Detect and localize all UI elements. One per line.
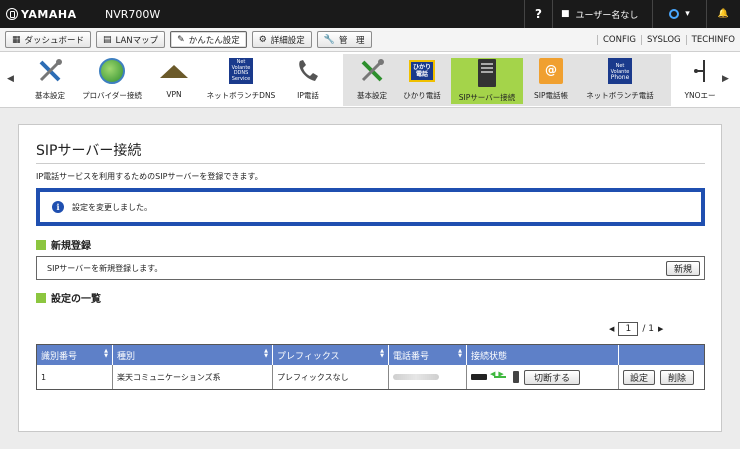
- nav-lan-map-button[interactable]: ▤ LANマップ: [96, 31, 166, 48]
- next-page-icon[interactable]: ▶: [658, 325, 663, 333]
- disconnect-button[interactable]: 切断する: [524, 369, 580, 385]
- tool-vpn[interactable]: VPN: [157, 56, 191, 106]
- tool-yno-agent[interactable]: YNOエー: [682, 56, 718, 106]
- status-ring-icon: [669, 9, 680, 19]
- cell-phone: [389, 365, 467, 389]
- settings-list-heading: 設定の一覧: [36, 290, 101, 305]
- new-registration-text: SIPサーバーを新規登録します。: [47, 263, 163, 273]
- user-icon: ■: [561, 9, 570, 19]
- prev-page-icon[interactable]: ◀: [609, 325, 614, 333]
- content-panel: SIPサーバー接続 IP電話サービスを利用するためのSIPサーバーを登録できます…: [18, 124, 722, 432]
- user-name: ユーザー名なし: [575, 10, 639, 21]
- info-icon: i: [52, 201, 64, 213]
- sort-icon: ▲ ▼: [458, 348, 462, 359]
- table-header: 識別番号 ▲ ▼ 種別 ▲ ▼ プレフィックス ▲ ▼ 電話番号 ▲ ▼ 接続状態: [37, 345, 704, 365]
- page-total: / 1: [642, 324, 655, 334]
- tool-netvolante-phone[interactable]: Net Volante Phone ネットボランチ電話: [582, 56, 658, 106]
- user-menu[interactable]: ■ ユーザー名なし: [552, 0, 652, 28]
- cell-prefix: プレフィックスなし: [273, 365, 389, 389]
- tool-netvolante-dns[interactable]: Net Volante DDNS Service ネットボランチDNS: [203, 56, 279, 106]
- section-marker-icon: [36, 292, 46, 303]
- top-bar: YAMAHA NVR700W ? ■ ユーザー名なし ▾ 🔔: [0, 0, 740, 28]
- col-id-header[interactable]: 識別番号 ▲ ▼: [37, 345, 113, 365]
- cell-id: 1: [37, 365, 113, 389]
- lan-map-icon: ▤: [103, 34, 112, 45]
- page-description: IP電話サービスを利用するためのSIPサーバーを登録できます。: [36, 172, 263, 181]
- nav-easy-setup-button[interactable]: ✎ かんたん設定: [170, 31, 247, 48]
- connection-status-icon: [471, 370, 519, 383]
- cell-type: 楽天コミュニケーションズ系: [113, 365, 273, 389]
- new-registration-box: SIPサーバーを新規登録します。 新規: [36, 256, 705, 280]
- cell-status: 切断する: [467, 365, 619, 389]
- sort-icon: ▲ ▼: [380, 348, 384, 359]
- title-divider: [36, 163, 705, 164]
- vpn-house-icon: [160, 64, 188, 78]
- sip-server-icon: [478, 59, 496, 87]
- nav-links: CONFIG SYSLOG TECHINFO: [596, 34, 740, 45]
- blurred-phone-number: [393, 374, 439, 380]
- delete-button[interactable]: 削除: [660, 369, 694, 385]
- status-menu[interactable]: ▾: [652, 0, 706, 28]
- nav-dashboard-button[interactable]: ▦ ダッシュボード: [5, 31, 92, 48]
- notification-button[interactable]: 🔔: [706, 0, 740, 28]
- col-actions-header: [619, 345, 704, 365]
- address-book-icon: [539, 58, 563, 84]
- new-registration-heading: 新規登録: [36, 237, 91, 252]
- network-node-icon: [686, 56, 714, 86]
- bell-icon: 🔔: [717, 9, 730, 19]
- cell-actions: 設定 削除: [619, 365, 704, 389]
- feature-toolbar: ◀ 基本設定 プロバイダー接続 VPN Net Volante DDNS Ser…: [0, 52, 740, 108]
- tool-sip-server-connection[interactable]: SIPサーバー接続: [451, 58, 523, 104]
- pagination: ◀ 1 / 1 ▶: [609, 320, 697, 338]
- syslog-link[interactable]: SYSLOG: [640, 34, 686, 45]
- tool-provider-connection[interactable]: プロバイダー接続: [80, 56, 144, 106]
- chevron-down-icon: ▾: [685, 9, 690, 19]
- sort-icon: ▲ ▼: [104, 348, 108, 359]
- gear-icon: ⚙: [258, 34, 267, 45]
- scroll-right-arrow-icon[interactable]: ▶: [722, 74, 729, 84]
- phone-handset-icon: [294, 56, 322, 86]
- new-button[interactable]: 新規: [666, 261, 700, 276]
- sort-icon: ▲ ▼: [264, 348, 268, 359]
- nav-advanced-settings-button[interactable]: ⚙ 詳細設定: [251, 31, 312, 48]
- col-phone-header[interactable]: 電話番号 ▲ ▼: [389, 345, 467, 365]
- model-name: NVR700W: [105, 7, 161, 21]
- info-message-box: i 設定を変更しました。: [36, 188, 705, 226]
- wrench-icon: 🔧: [323, 34, 336, 45]
- globe-icon: [99, 58, 125, 84]
- table-row: 1 楽天コミュニケーションズ系 プレフィックスなし 切断する 設定 削除: [37, 365, 704, 389]
- config-link[interactable]: CONFIG: [596, 34, 641, 45]
- dashboard-icon: ▦: [12, 34, 21, 45]
- netvolante-phone-icon: Net Volante Phone: [608, 58, 632, 84]
- main-nav: ▦ ダッシュボード ▤ LANマップ ✎ かんたん設定 ⚙ 詳細設定 🔧 管 理…: [0, 28, 740, 52]
- tool-hikari-phone[interactable]: ひかり 電話 ひかり電話: [400, 56, 444, 106]
- tool-basic-settings[interactable]: 基本設定: [30, 56, 70, 106]
- help-button[interactable]: ?: [524, 0, 552, 28]
- info-message-text: 設定を変更しました。: [72, 202, 152, 212]
- scroll-left-arrow-icon[interactable]: ◀: [7, 74, 14, 84]
- tool-phone-basic-settings[interactable]: 基本設定: [352, 56, 392, 106]
- tool-ip-phone[interactable]: IP電話: [291, 56, 325, 106]
- col-status-header: 接続状態: [467, 345, 619, 365]
- page-number-input[interactable]: 1: [618, 322, 639, 336]
- wrench-screwdriver-icon: [358, 56, 386, 86]
- section-marker-icon: [36, 239, 46, 250]
- tuning-fork-icon: [6, 8, 18, 20]
- hikari-phone-icon: ひかり 電話: [409, 60, 435, 82]
- netvolante-dns-icon: Net Volante DDNS Service: [229, 58, 253, 84]
- page-title: SIPサーバー接続: [36, 143, 142, 159]
- col-type-header[interactable]: 種別 ▲ ▼: [113, 345, 273, 365]
- yamaha-logo: YAMAHA: [0, 8, 85, 21]
- edit-button[interactable]: 設定: [623, 369, 655, 385]
- tool-sip-phonebook[interactable]: SIP電話帳: [530, 56, 572, 106]
- easy-setup-icon: ✎: [177, 34, 185, 45]
- nav-management-button[interactable]: 🔧 管 理: [316, 31, 372, 48]
- sip-server-table: 識別番号 ▲ ▼ 種別 ▲ ▼ プレフィックス ▲ ▼ 電話番号 ▲ ▼ 接続状態 1 …: [36, 344, 705, 390]
- wrench-screwdriver-icon: [36, 56, 64, 86]
- col-prefix-header[interactable]: プレフィックス ▲ ▼: [273, 345, 389, 365]
- techinfo-link[interactable]: TECHINFO: [685, 34, 740, 45]
